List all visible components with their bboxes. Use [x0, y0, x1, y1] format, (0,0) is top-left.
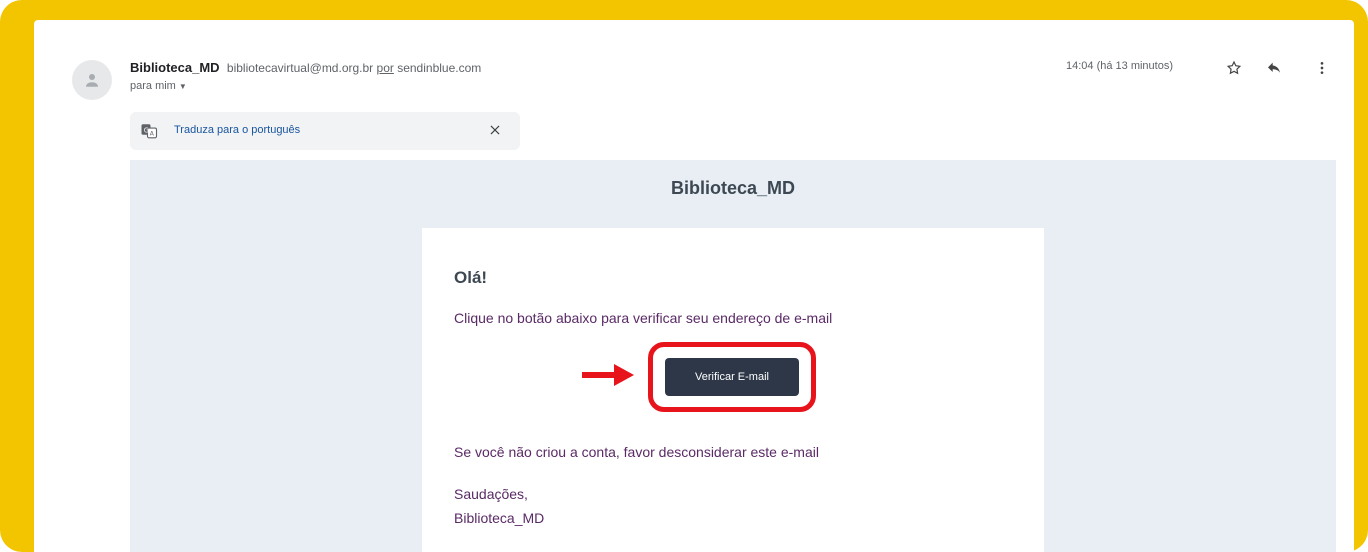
sender-name[interactable]: Biblioteca_MD [130, 60, 220, 75]
email-card: Olá! Clique no botão abaixo para verific… [422, 228, 1044, 552]
translate-link[interactable]: Traduza para o português [174, 124, 300, 136]
disclaimer-text: Se você não criou a conta, favor descons… [454, 444, 819, 460]
intro-text: Clique no botão abaixo para verificar se… [454, 310, 833, 326]
reply-icon [1268, 62, 1280, 73]
more-vert-icon [1320, 62, 1324, 74]
avatar-person-icon [86, 74, 98, 87]
email-view: Biblioteca_MD bibliotecavirtual@md.org.b… [34, 20, 1354, 552]
via-label[interactable]: por [377, 61, 394, 75]
reply-button[interactable] [1262, 56, 1286, 80]
translate-icon: G A [141, 124, 158, 139]
signature-text: Biblioteca_MD [454, 510, 545, 526]
sender-line: Biblioteca_MD bibliotecavirtual@md.org.b… [130, 60, 481, 75]
via-domain: sendinblue.com [397, 61, 482, 75]
highlight-frame: Biblioteca_MD bibliotecavirtual@md.org.b… [0, 0, 1368, 552]
timestamp: 14:04 (há 13 minutos) [1066, 60, 1174, 72]
sender-email: bibliotecavirtual@md.org.br [226, 61, 374, 75]
svg-text:G: G [144, 127, 149, 135]
closing-text: Saudações, [454, 486, 528, 502]
close-icon [490, 125, 500, 135]
star-button[interactable] [1222, 56, 1246, 80]
sender-avatar[interactable] [72, 60, 112, 100]
translate-bar: G A Traduza para o português [130, 112, 520, 150]
email-body-background: Biblioteca_MD Olá! Clique no botão abaix… [130, 160, 1336, 552]
chevron-down-icon: ▼ [178, 82, 187, 91]
recipient-label: para mim [130, 80, 176, 92]
red-arrow-icon [582, 364, 634, 386]
greeting: Olá! [454, 268, 488, 287]
star-icon [1226, 60, 1242, 75]
recipient-dropdown[interactable]: para mim ▼ [130, 80, 187, 92]
more-options-button[interactable] [1310, 56, 1334, 80]
email-brand-title: Biblioteca_MD [670, 178, 796, 198]
close-translate-button[interactable] [486, 121, 504, 139]
verify-email-button[interactable]: Verificar E-mail [665, 358, 799, 396]
